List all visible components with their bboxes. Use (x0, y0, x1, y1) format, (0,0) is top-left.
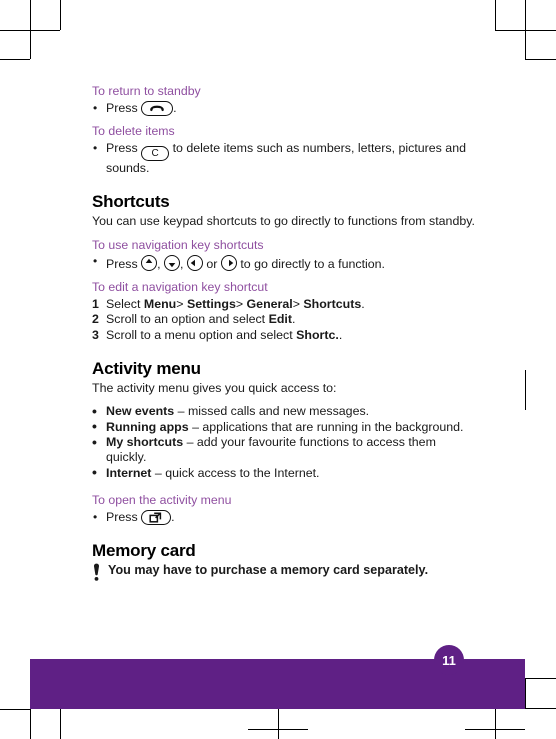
page-content: To return to standby Press . To delete i… (92, 84, 476, 582)
crop-mark (525, 678, 526, 709)
clear-key-label: C (151, 148, 159, 160)
step-text-end: . (173, 101, 177, 115)
list-item: Press C to delete items such as numbers,… (92, 141, 476, 176)
memory-card-note-text: You may have to purchase a memory card s… (108, 563, 429, 578)
end-call-key-icon (141, 101, 174, 116)
nav-key-up-icon (141, 254, 158, 271)
feature-desc: – applications that are running in the b… (192, 419, 464, 434)
step-lead: Select (106, 296, 141, 311)
activity-menu-intro: The activity menu gives you quick access… (92, 381, 337, 396)
step-text: Press (106, 141, 138, 156)
path-sep: > (235, 296, 244, 311)
heading-memory-card: Memory card (92, 541, 196, 561)
list-item: Scroll to a menu option and select Short… (92, 327, 476, 344)
list-item: Press , , or to go directly to a functio… (92, 254, 476, 272)
list-item: Press . (92, 100, 476, 116)
path-sep: > (176, 296, 184, 311)
steps-edit-shortcut: Select Menu> Settings> General> Shortcut… (92, 296, 476, 344)
crop-mark (0, 709, 30, 710)
list-item: My shortcuts – add your favourite functi… (92, 435, 476, 466)
exclamation-note-icon (92, 563, 101, 582)
crop-mark (525, 678, 556, 679)
menu-path-item: Edit (268, 312, 292, 327)
memory-card-note: You may have to purchase a memory card s… (92, 563, 476, 582)
crop-mark (30, 0, 31, 30)
crop-mark (495, 0, 496, 30)
step-or: or (206, 256, 218, 271)
heading-activity-menu: Activity menu (92, 359, 201, 379)
clear-key-icon: C (141, 146, 170, 162)
feature-term: Internet (106, 465, 152, 480)
steps-navigation-shortcuts: Press , , or to go directly to a functio… (92, 254, 476, 272)
crop-mark (0, 59, 30, 60)
step-tail: . (361, 296, 365, 311)
steps-return-to-standby: Press . (92, 100, 476, 116)
crop-mark (60, 709, 61, 739)
menu-path-item: Menu (143, 296, 177, 311)
steps-open-activity-menu: Press . (92, 510, 476, 526)
crop-mark (525, 59, 556, 60)
list-item: Internet – quick access to the Internet. (92, 465, 476, 481)
heading-edit-navigation-key-shortcut: To edit a navigation key shortcut (92, 279, 268, 294)
menu-path-item: Shortcuts (303, 296, 362, 311)
crop-mark (525, 0, 526, 30)
crop-mark (465, 729, 525, 730)
step-lead: Scroll to a menu option and select (106, 327, 293, 342)
activity-menu-key-icon (141, 510, 172, 526)
nav-key-right-icon (220, 254, 237, 271)
crop-mark (525, 708, 556, 709)
heading-shortcuts: Shortcuts (92, 192, 170, 212)
crop-mark (525, 370, 526, 410)
heading-delete-items: To delete items (92, 124, 175, 139)
crop-mark (248, 729, 308, 730)
sep: , (180, 256, 184, 271)
step-text: Press (106, 510, 138, 525)
crop-mark (30, 30, 31, 59)
list-item: Press . (92, 510, 476, 526)
page-number-badge: 11 (434, 645, 464, 675)
heading-open-activity-menu: To open the activity menu (92, 493, 232, 508)
feature-term: Running apps (106, 419, 189, 434)
step-text-rest: to go directly to a function. (240, 256, 385, 271)
crop-mark (30, 709, 31, 739)
page-number: 11 (442, 653, 456, 668)
feature-desc: – missed calls and new messages. (177, 404, 370, 419)
step-tail: . (171, 510, 175, 525)
activity-menu-feature-list: New events – missed calls and new messag… (92, 404, 476, 481)
step-text: Press (106, 256, 138, 271)
list-item: Scroll to an option and select Edit. (92, 312, 476, 328)
nav-key-down-icon (164, 254, 181, 271)
sep: , (157, 256, 161, 271)
step-tail: . (338, 327, 343, 342)
crop-mark (60, 0, 61, 30)
feature-desc: – quick access to the Internet. (154, 465, 320, 480)
crop-mark (525, 30, 526, 59)
feature-term: New events (106, 404, 175, 419)
steps-delete-items: Press C to delete items such as numbers,… (92, 141, 476, 176)
list-item: Running apps – applications that are run… (92, 419, 476, 435)
menu-path-item: Shortc. (296, 327, 339, 342)
menu-path-item: General (246, 296, 293, 311)
menu-path-item: Settings (186, 296, 236, 311)
heading-use-navigation-key-shortcuts: To use navigation key shortcuts (92, 237, 264, 252)
heading-return-to-standby: To return to standby (92, 84, 201, 98)
list-item: Select Menu> Settings> General> Shortcut… (92, 296, 476, 313)
list-item: New events – missed calls and new messag… (92, 404, 476, 420)
step-tail: . (291, 312, 296, 327)
path-sep: > (292, 296, 300, 311)
step-text: Press (106, 101, 138, 115)
feature-term: My shortcuts (106, 435, 184, 450)
step-lead: Scroll to an option and select (106, 312, 266, 327)
nav-key-left-icon (186, 254, 203, 271)
shortcuts-intro: You can use keypad shortcuts to go direc… (92, 214, 475, 229)
